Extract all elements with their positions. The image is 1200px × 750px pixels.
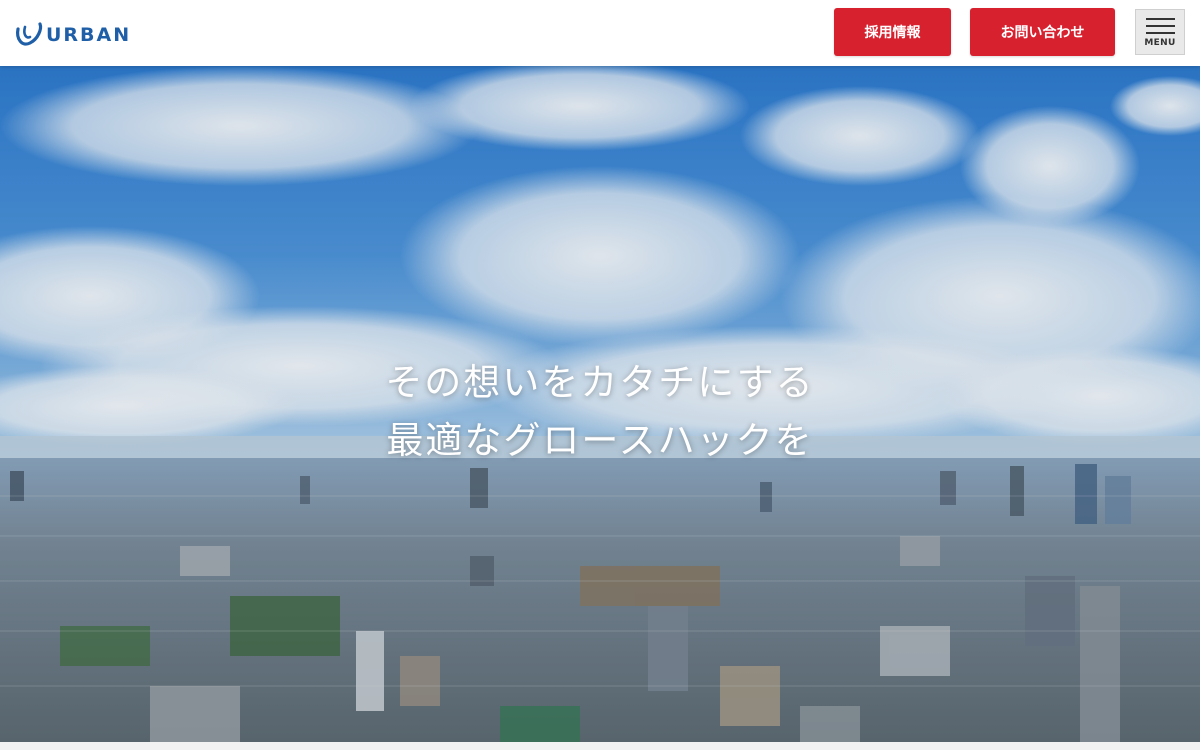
menu-button[interactable]: MENU	[1135, 9, 1185, 55]
site-header: URBAN 採用情報 お問い合わせ MENU	[0, 0, 1200, 66]
contact-button[interactable]: お問い合わせ	[970, 8, 1115, 56]
logo-text: URBAN	[46, 24, 132, 46]
hero-headline-line2: 最適なグロースハックを	[386, 419, 814, 462]
hero-section: その想いをカタチにする 最適なグロースハックを	[0, 66, 1200, 742]
recruit-button[interactable]: 採用情報	[834, 8, 951, 56]
hero-headline-line1: その想いをカタチにする	[385, 361, 815, 404]
logo-link[interactable]: URBAN	[14, 20, 131, 50]
page-bottom-strip	[0, 742, 1200, 750]
urban-logo-icon	[16, 22, 43, 46]
menu-label: MENU	[1144, 38, 1176, 48]
hamburger-icon	[1146, 18, 1175, 39]
